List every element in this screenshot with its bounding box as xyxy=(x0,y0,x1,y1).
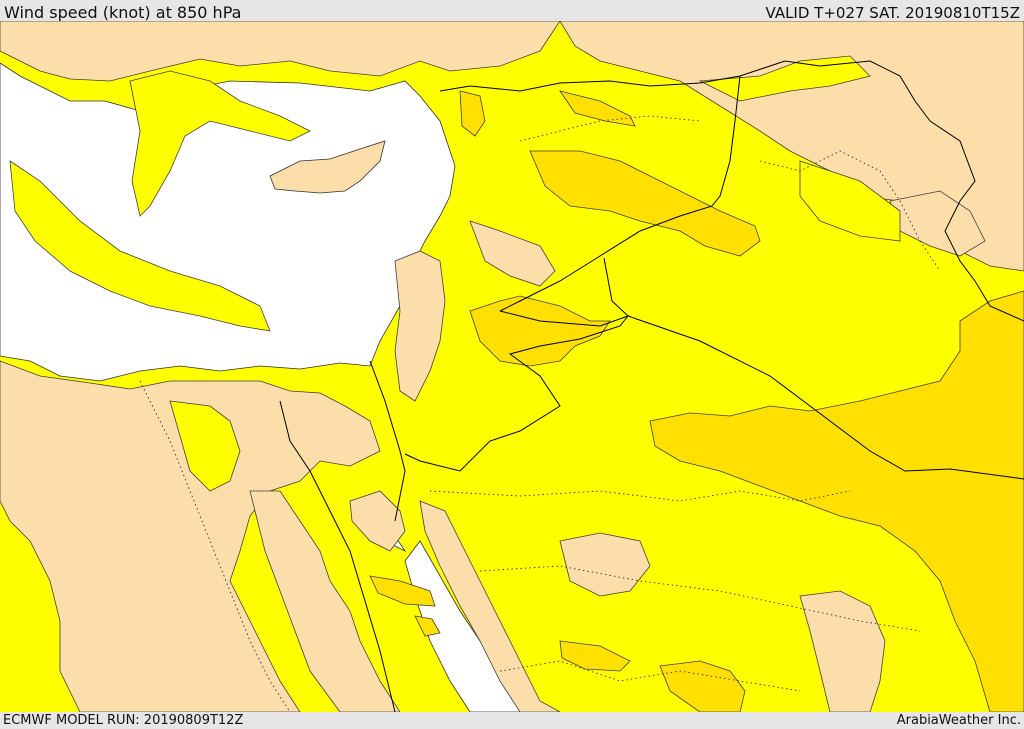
map-title: Wind speed (knot) at 850 hPa xyxy=(4,3,242,22)
wind-speed-map xyxy=(0,21,1024,712)
model-run-label: ECMWF MODEL RUN: 20190809T12Z xyxy=(3,713,244,728)
valid-time: VALID T+027 SAT. 20190810T15Z xyxy=(765,4,1020,22)
credit-label: ArabiaWeather Inc. xyxy=(896,713,1021,728)
